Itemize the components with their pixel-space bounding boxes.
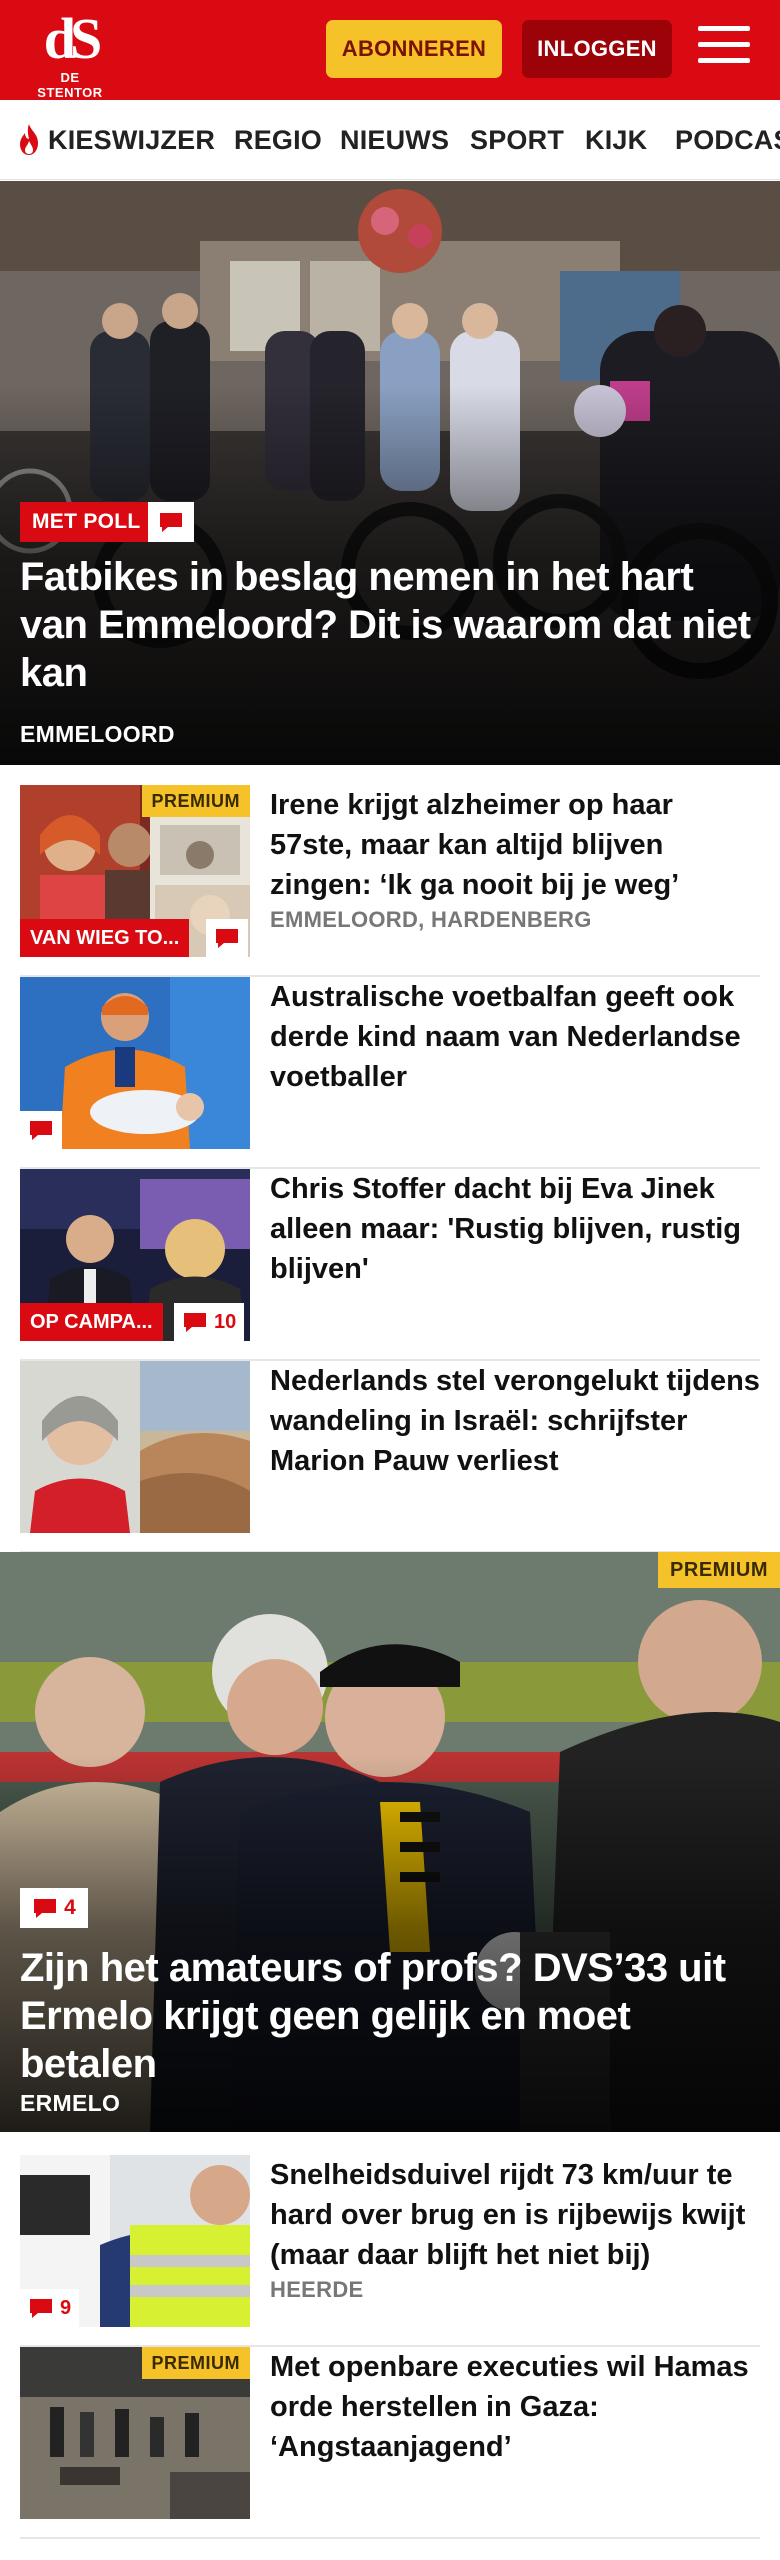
comment-badge — [20, 1111, 62, 1149]
article-text: Australische voetbalfan geeft ook derde … — [270, 977, 760, 1097]
top-bar: dS DE STENTOR ABONNEREN INLOGGEN — [0, 0, 780, 100]
article-title[interactable]: Chris Stoffer dacht bij Eva Jinek alleen… — [270, 1169, 760, 1289]
article-text: Met openbare executies wil Hamas orde he… — [270, 2347, 760, 2467]
comment-bubble-icon — [216, 929, 238, 948]
comment-count: 10 — [214, 1310, 237, 1333]
logo-mark: dS — [43, 6, 103, 71]
comment-badge — [148, 502, 194, 542]
section-nav: KIESWIJZER REGIO NIEUWS SPORT KIJK PODCA… — [0, 100, 780, 180]
logo-name: DE STENTOR — [37, 70, 103, 100]
comment-badge — [206, 919, 248, 957]
article-title[interactable]: Met openbare executies wil Hamas orde he… — [270, 2347, 760, 2467]
poll-tag: MET POLL — [20, 502, 153, 542]
article-text: Nederlands stel verongelukt tijdens wand… — [270, 1361, 760, 1481]
hamburger-menu-icon[interactable] — [698, 26, 750, 72]
comment-badge: 10 — [174, 1303, 245, 1341]
nav-label: KIJK — [585, 124, 648, 155]
article-thumbnail: PREMIUM — [20, 2347, 250, 2519]
hero-article-fatbikes[interactable]: MET POLL Fatbikes in beslag nemen in het… — [0, 181, 780, 765]
nav-item-regio[interactable]: REGIO — [234, 100, 323, 179]
hero-title[interactable]: Fatbikes in beslag nemen in het hart van… — [20, 553, 756, 697]
article-title[interactable]: Irene krijgt alzheimer op haar 57ste, ma… — [270, 785, 760, 905]
nav-item-kieswijzer[interactable]: KIESWIJZER — [16, 100, 216, 179]
article-location: HEERDE — [270, 2277, 364, 2302]
nav-label: NIEUWS — [340, 124, 450, 155]
article-thumbnail — [20, 1361, 250, 1533]
list-item[interactable]: PREMIUM Met openbare executies wil Hamas… — [20, 2347, 760, 2539]
nav-label: SPORT — [470, 124, 565, 155]
article-thumbnail — [20, 977, 250, 1149]
nav-item-podcast[interactable]: PODCAST — [675, 100, 780, 179]
article-thumbnail: PREMIUM VAN WIEG TO... — [20, 785, 250, 957]
nav-item-kijk[interactable]: KIJK — [585, 100, 648, 179]
article-title[interactable]: Nederlands stel verongelukt tijdens wand… — [270, 1361, 760, 1481]
comment-badge: 4 — [20, 1888, 88, 1928]
subscribe-button[interactable]: ABONNEREN — [326, 20, 502, 78]
article-thumbnail: 9 — [20, 2155, 250, 2327]
list-item[interactable]: 9 Snelheidsduivel rijdt 73 km/uur te har… — [20, 2155, 760, 2347]
login-button[interactable]: INLOGGEN — [522, 20, 672, 78]
list-item[interactable]: PREMIUM VAN WIEG TO... Irene krijgt alzh… — [20, 785, 760, 977]
nav-label: KIESWIJZER — [48, 124, 216, 155]
nav-label: REGIO — [234, 124, 323, 155]
comment-bubble-icon — [30, 1121, 52, 1140]
nav-label: PODCAST — [675, 124, 780, 155]
hero-location: ERMELO — [20, 2090, 121, 2116]
hero-title[interactable]: Zijn het amateurs of profs? DVS’33 uit E… — [20, 1944, 756, 2088]
article-location: EMMELOORD, HARDENBERG — [270, 907, 592, 932]
article-text: Chris Stoffer dacht bij Eva Jinek alleen… — [270, 1169, 760, 1289]
article-text: Snelheidsduivel rijdt 73 km/uur te hard … — [270, 2155, 760, 2303]
premium-badge: PREMIUM — [141, 2347, 250, 2379]
list-item[interactable]: OP CAMPA... 10 Chris Stoffer dacht bij E… — [20, 1169, 760, 1361]
comment-bubble-icon — [160, 513, 182, 532]
article-title[interactable]: Snelheidsduivel rijdt 73 km/uur te hard … — [270, 2155, 760, 2275]
logo[interactable]: dS DE STENTOR — [28, 6, 112, 101]
article-thumbnail: OP CAMPA... 10 — [20, 1169, 250, 1341]
series-tag: VAN WIEG TO... — [20, 919, 190, 957]
comment-badge: 9 — [20, 2289, 80, 2327]
comment-count: 4 — [64, 1896, 76, 1919]
article-title[interactable]: Australische voetbalfan geeft ook derde … — [270, 977, 760, 1097]
series-tag: OP CAMPA... — [20, 1303, 163, 1341]
thumbnail-photo — [20, 1361, 250, 1533]
list-item[interactable]: Australische voetbalfan geeft ook derde … — [20, 977, 760, 1169]
hero-location: EMMELOORD — [20, 721, 175, 747]
comment-bubble-icon — [34, 1899, 57, 1918]
list-item[interactable]: Nederlands stel verongelukt tijdens wand… — [20, 1361, 760, 1553]
premium-badge: PREMIUM — [141, 785, 250, 817]
flame-icon — [20, 124, 38, 155]
premium-badge: PREMIUM — [658, 1552, 780, 1588]
article-text: Irene krijgt alzheimer op haar 57ste, ma… — [270, 785, 760, 933]
comment-bubble-icon — [30, 2299, 52, 2318]
comment-count: 9 — [60, 2296, 72, 2319]
nav-item-nieuws[interactable]: NIEUWS — [340, 100, 450, 179]
comment-bubble-icon — [184, 1313, 206, 1332]
hero-article-dvs33[interactable]: PREMIUM 4 Zijn het amateurs of profs? DV… — [0, 1552, 780, 2132]
nav-item-sport[interactable]: SPORT — [470, 100, 565, 179]
